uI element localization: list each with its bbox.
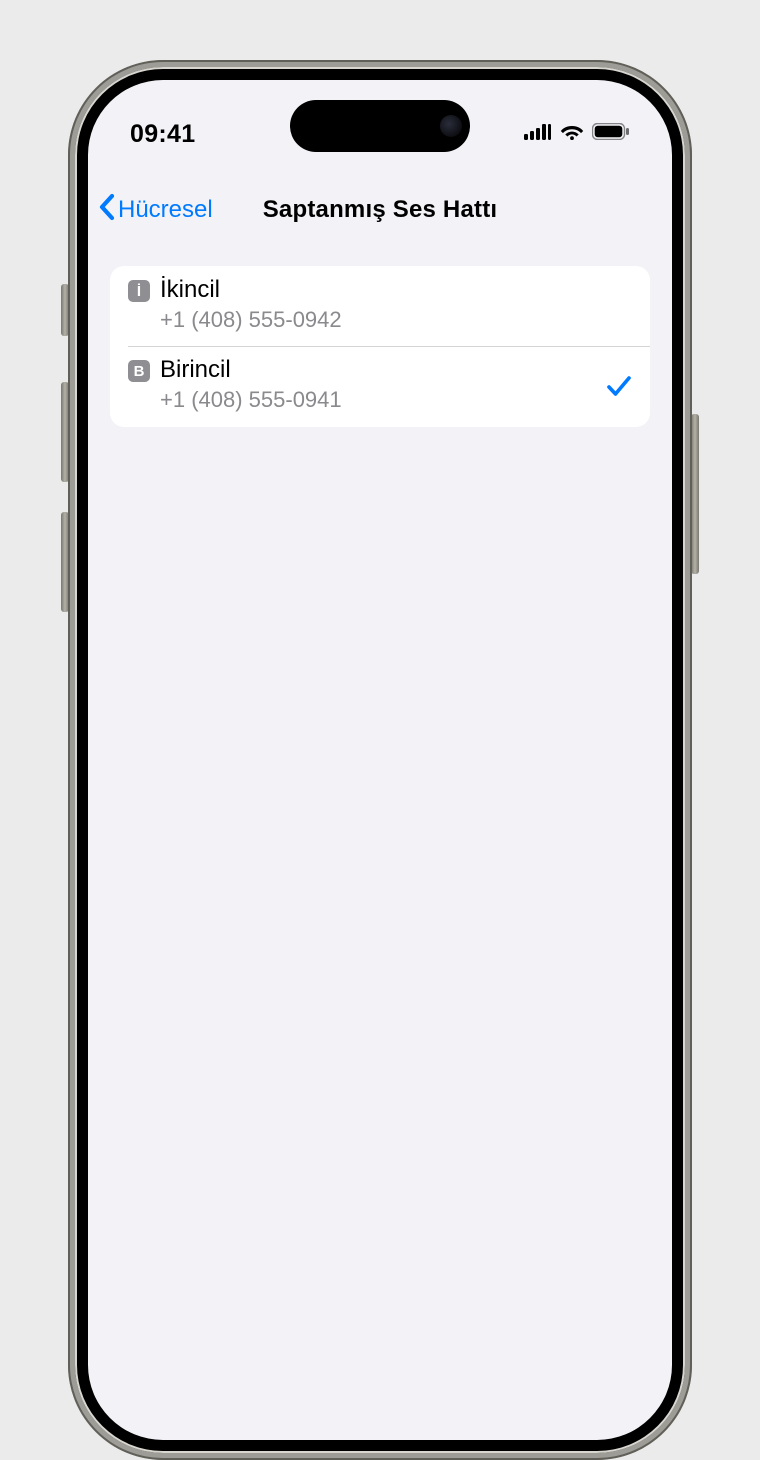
status-icons — [524, 123, 630, 145]
line-badge: B — [128, 360, 150, 382]
back-button-label: Hücresel — [118, 196, 213, 224]
status-time: 09:41 — [130, 120, 195, 149]
voice-line-option-primary[interactable]: B Birincil +1 (408) 555-0941 — [110, 346, 650, 426]
page-title: Saptanmış Ses Hattı — [263, 196, 498, 224]
battery-icon — [592, 123, 630, 145]
content-area: İ İkincil +1 (408) 555-0942 B Birincil +… — [110, 266, 650, 427]
iphone-device-frame: 09:41 — [68, 60, 692, 1460]
front-camera — [440, 115, 462, 137]
screen: 09:41 — [88, 80, 672, 1440]
line-label: İkincil — [160, 276, 632, 305]
line-number: +1 (408) 555-0942 — [160, 305, 632, 335]
line-label: Birincil — [160, 356, 598, 385]
line-number: +1 (408) 555-0941 — [160, 385, 598, 415]
cellular-signal-icon — [524, 124, 552, 145]
wifi-icon — [560, 123, 584, 145]
checkmark-icon — [606, 374, 632, 398]
voice-line-option-secondary[interactable]: İ İkincil +1 (408) 555-0942 — [110, 266, 650, 346]
line-badge: İ — [128, 280, 150, 302]
back-button[interactable]: Hücresel — [98, 193, 213, 228]
navigation-bar: Hücresel Saptanmış Ses Hattı — [88, 184, 672, 236]
power-button — [691, 414, 699, 574]
chevron-left-icon — [98, 193, 116, 228]
dynamic-island — [290, 100, 470, 152]
voice-line-list: İ İkincil +1 (408) 555-0942 B Birincil +… — [110, 266, 650, 427]
